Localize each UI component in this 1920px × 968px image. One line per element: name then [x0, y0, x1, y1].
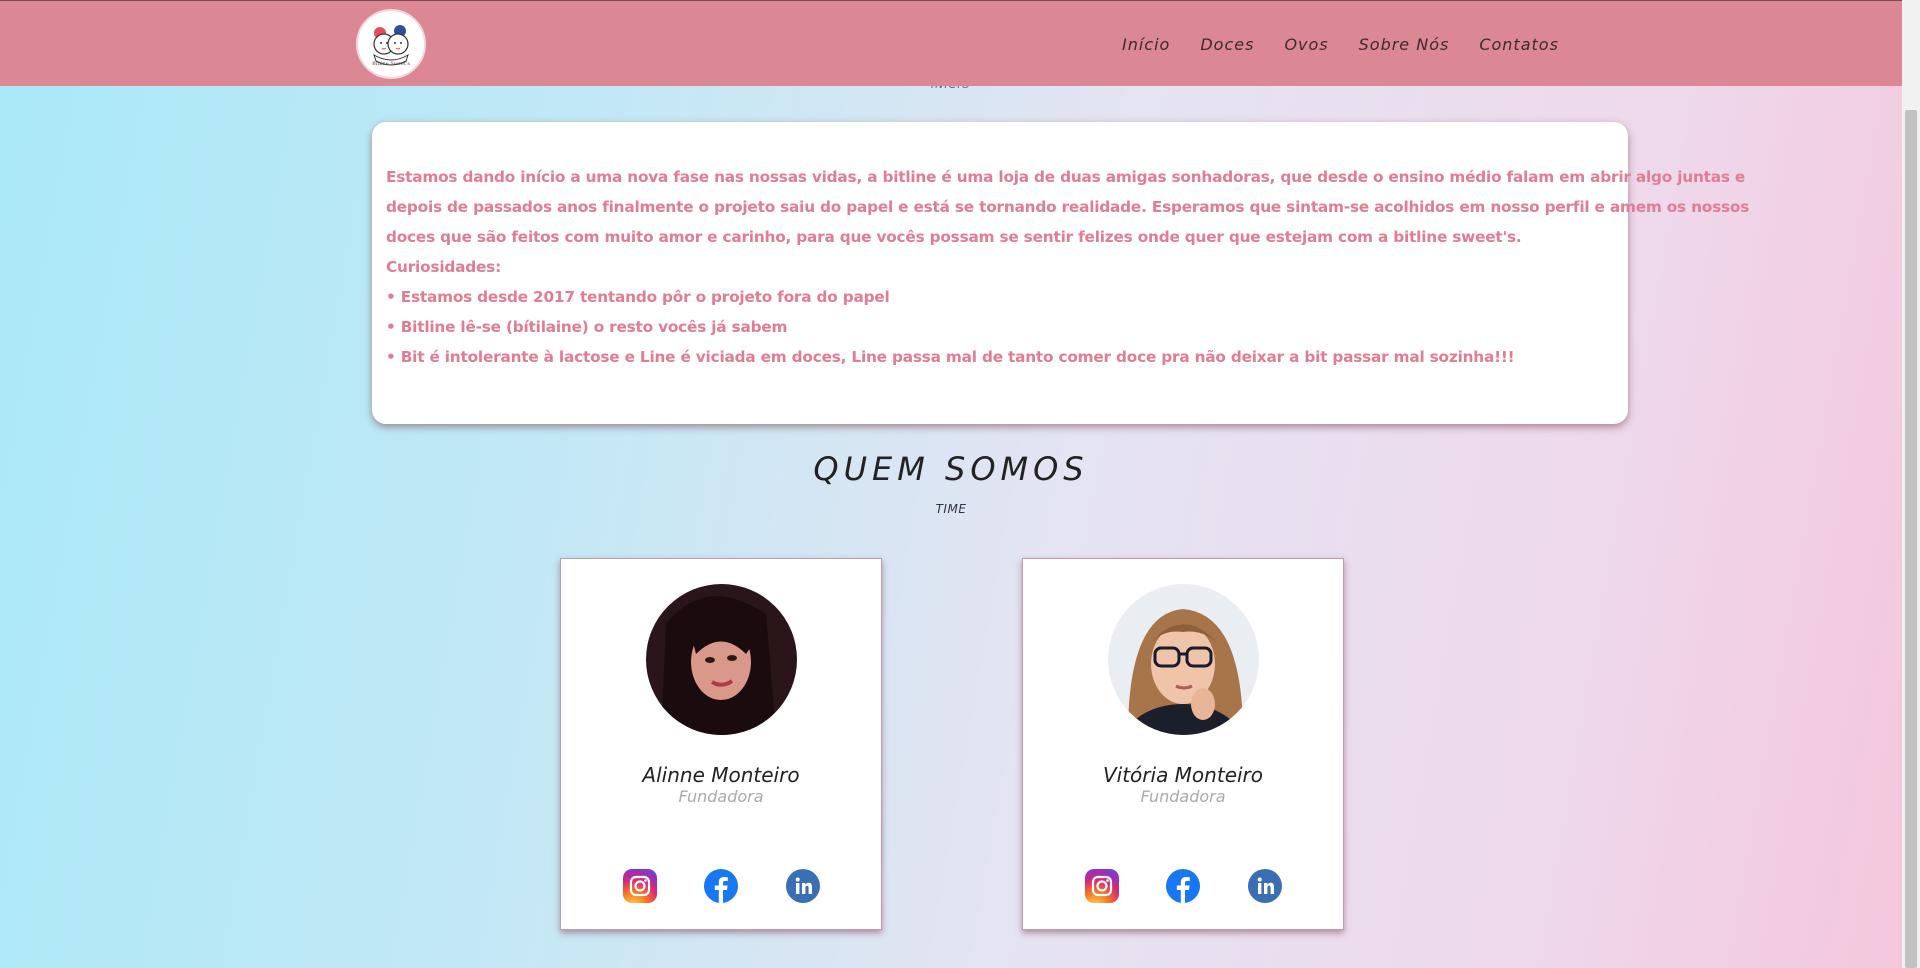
avatar [646, 584, 797, 735]
instagram-icon[interactable] [623, 869, 657, 903]
nav-link-doces[interactable]: Doces [1200, 35, 1254, 54]
member-role: Fundadora [678, 787, 764, 806]
logo-caption: Bitline Sweet's [372, 61, 410, 67]
instagram-icon[interactable] [1085, 869, 1119, 903]
about-card: Estamos dando início a uma nova fase nas… [372, 122, 1750, 424]
team-card: Vitória Monteiro Fundadora [1022, 558, 1344, 930]
facebook-icon[interactable] [1166, 869, 1200, 903]
nav-link-sobre-nos[interactable]: Sobre Nós [1359, 35, 1450, 54]
facebook-icon[interactable] [704, 869, 738, 903]
linkedin-icon[interactable] [786, 869, 820, 903]
social-links [561, 869, 881, 905]
scrollbar-thumb[interactable] [1905, 110, 1917, 968]
logo[interactable]: Bitline Sweet's [356, 9, 426, 79]
about-text-line: doces que são feitos com muito amor e ca… [386, 228, 1522, 246]
avatar [1108, 584, 1259, 735]
member-role: Fundadora [1140, 787, 1226, 806]
nav-link-inicio[interactable]: Início [1122, 35, 1170, 54]
avatar-photo-icon [1108, 584, 1259, 735]
curiosity-item: • Bit é intolerante à lactose e Line é v… [386, 348, 1515, 366]
logo-chef-icon [373, 25, 409, 66]
social-links [1023, 869, 1343, 905]
linkedin-icon[interactable] [1248, 869, 1282, 903]
member-name: Vitória Monteiro [1102, 763, 1264, 787]
section-subtitle-time: TIME [935, 502, 967, 516]
curiosity-item: • Bitline lê-se (bítilaine) o resto você… [386, 318, 788, 336]
curiosity-item: • Estamos desde 2017 tentando pôr o proj… [386, 288, 890, 306]
member-name: Alinne Monteiro [642, 763, 800, 787]
curiosities-heading: Curiosidades: [386, 258, 501, 276]
nav-link-contatos[interactable]: Contatos [1479, 35, 1559, 54]
scrollbar[interactable] [1902, 0, 1920, 968]
avatar-photo-icon [646, 584, 797, 735]
section-title-quem-somos: QUEM SOMOS [813, 450, 1089, 488]
about-text-line: Estamos dando início a uma nova fase nas… [386, 168, 1746, 186]
about-text-line: depois de passados anos finalmente o pro… [386, 198, 1750, 216]
nav-menu: Início Doces Ovos Sobre Nós Contatos [1122, 35, 1589, 54]
navbar: Bitline Sweet's Início Doces Ovos Sobre … [0, 0, 1902, 86]
nav-link-ovos[interactable]: Ovos [1284, 35, 1328, 54]
team-card: Alinne Monteiro Fundadora [560, 558, 882, 930]
